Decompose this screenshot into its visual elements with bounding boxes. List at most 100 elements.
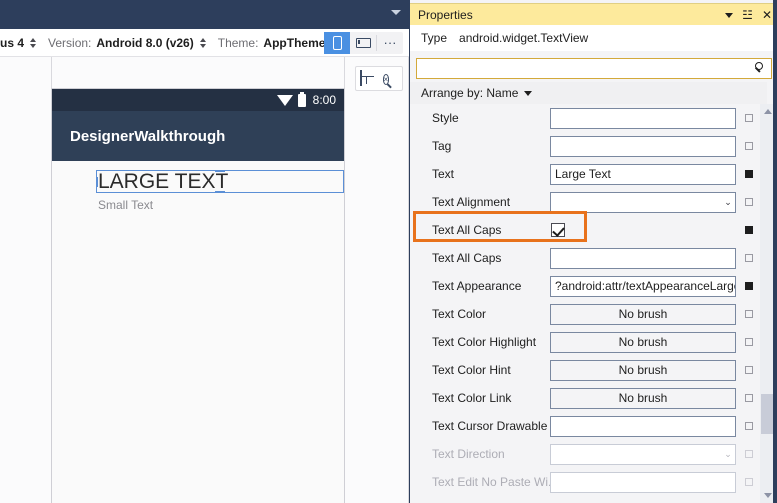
phone-landscape-icon	[355, 38, 371, 48]
version-label: Version:	[48, 35, 92, 50]
property-value-field[interactable]	[550, 247, 736, 269]
property-state-marker[interactable]	[745, 366, 753, 374]
search-input[interactable]	[421, 60, 751, 77]
property-value-text: No brush	[618, 363, 668, 377]
theme-value[interactable]: AppTheme	[263, 36, 325, 50]
checkbox-icon[interactable]	[551, 223, 565, 237]
version-spinner[interactable]	[198, 37, 208, 48]
device-selector-value[interactable]: us 4	[0, 36, 24, 50]
property-row[interactable]: Text Edit No Paste Wi...	[410, 468, 763, 496]
design-canvas[interactable]: 8:00 DesignerWalkthrough LARGE TEXT Smal…	[0, 57, 409, 503]
property-row[interactable]: Text All Caps	[410, 244, 763, 272]
property-state-marker[interactable]	[745, 310, 753, 318]
property-value-text: No brush	[618, 391, 668, 405]
property-row[interactable]: Text Direction ⌄	[410, 440, 763, 468]
property-state-marker[interactable]	[745, 422, 753, 430]
portrait-mode-button[interactable]	[324, 32, 350, 54]
zoom-reset-icon[interactable]: ×	[382, 71, 399, 87]
properties-title: Properties	[418, 7, 473, 22]
property-name: Text	[432, 167, 455, 181]
pin-icon[interactable]: ☳	[742, 9, 753, 21]
device-spinner[interactable]	[28, 37, 38, 48]
property-search-box[interactable]	[416, 58, 772, 79]
property-name: Text Color Highlight	[432, 335, 537, 349]
property-state-marker[interactable]	[745, 142, 753, 150]
version-value[interactable]: Android 8.0 (v26)	[96, 36, 193, 50]
designer-toolbar: us 4 Version: Android 8.0 (v26) Theme: A…	[0, 29, 409, 57]
property-value-field[interactable]: ?android:attr/textAppearanceLarge	[550, 275, 736, 297]
wifi-icon	[276, 94, 293, 106]
property-row[interactable]: Text Color No brush	[410, 300, 763, 328]
ellipsis-icon: ···	[383, 35, 397, 50]
split-view-icon[interactable]	[359, 69, 376, 87]
property-state-marker[interactable]	[745, 226, 753, 234]
property-row[interactable]: Text Appearance ?android:attr/textAppeara…	[410, 272, 763, 300]
property-row[interactable]: Text Color Highlight No brush	[410, 328, 763, 356]
property-value-field[interactable]: No brush	[550, 387, 736, 409]
device-preview[interactable]: 8:00 DesignerWalkthrough LARGE TEXT Smal…	[52, 89, 344, 503]
type-label: Type	[421, 31, 448, 45]
designer-titlebar	[0, 0, 409, 29]
properties-list[interactable]: Style Tag Text Large Text Text Alignment ⌄ Tex…	[410, 104, 763, 503]
arrange-by-control[interactable]: Arrange by: Name	[410, 82, 767, 104]
property-state-marker[interactable]	[745, 478, 753, 486]
property-row[interactable]: Text Cursor Drawable	[410, 412, 763, 440]
chevron-down-icon[interactable]	[391, 10, 401, 15]
property-value-field[interactable]	[550, 135, 736, 157]
property-name: Text Color	[432, 307, 487, 321]
panel-right-edge	[773, 0, 777, 503]
property-value-field[interactable]: No brush	[550, 359, 736, 381]
app-bar-title: DesignerWalkthrough	[70, 127, 226, 145]
property-value-field[interactable]: No brush	[550, 303, 736, 325]
search-icon[interactable]	[751, 60, 769, 78]
property-row[interactable]: Tag	[410, 132, 763, 160]
property-value-field[interactable]: No brush	[550, 331, 736, 353]
property-state-marker[interactable]	[745, 338, 753, 346]
properties-panel: Properties ☳ ✕ Type android.widget.TextV…	[409, 0, 777, 503]
status-bar-time: 8:00	[312, 93, 336, 107]
chevron-down-icon[interactable]: ⌄	[721, 193, 735, 212]
landscape-mode-button[interactable]	[350, 32, 376, 54]
property-row[interactable]: Text All Caps	[410, 216, 763, 244]
battery-icon	[297, 91, 306, 107]
property-row[interactable]: Text Color Link No brush	[410, 384, 763, 412]
small-text-widget[interactable]: Small Text	[98, 198, 153, 212]
property-row[interactable]: Text Color Hint No brush	[410, 356, 763, 384]
property-value-field[interactable]	[550, 107, 736, 129]
property-value-field[interactable]: ⌄	[550, 443, 736, 465]
property-name: Text Edit No Paste Wi...	[432, 475, 550, 489]
property-row[interactable]: Text Large Text	[410, 160, 763, 188]
property-name: Text Color Link	[432, 391, 512, 405]
property-row[interactable]: Text Alignment ⌄	[410, 188, 763, 216]
chevron-down-icon[interactable]: ⌄	[721, 445, 735, 464]
property-value-field[interactable]	[550, 415, 736, 437]
chevron-down-icon[interactable]	[524, 90, 533, 96]
property-value-text: ?android:attr/textAppearanceLarge	[555, 279, 736, 293]
property-state-marker[interactable]	[745, 198, 753, 206]
property-state-marker[interactable]	[745, 282, 753, 290]
property-name: Text All Caps	[432, 251, 502, 265]
property-state-marker[interactable]	[745, 114, 753, 122]
more-options-button[interactable]: ···	[377, 32, 403, 54]
property-state-marker[interactable]	[745, 394, 753, 402]
property-value-field[interactable]: Large Text	[550, 163, 736, 185]
properties-titlebar: Properties ☳ ✕	[410, 3, 777, 25]
property-value-field[interactable]: ⌄	[550, 191, 736, 213]
property-row[interactable]: Style	[410, 104, 763, 132]
property-state-marker[interactable]	[745, 254, 753, 262]
panel-dropdown-icon[interactable]	[725, 12, 734, 18]
designer-pane: us 4 Version: Android 8.0 (v26) Theme: A…	[0, 0, 409, 503]
property-name: Text Cursor Drawable	[432, 419, 548, 433]
large-text-widget[interactable]: LARGE TEXT	[98, 170, 228, 193]
widget-type-row: Type android.widget.TextView	[410, 25, 777, 51]
close-icon[interactable]: ✕	[762, 9, 772, 21]
property-state-marker[interactable]	[745, 450, 753, 458]
property-value-field[interactable]	[550, 471, 736, 493]
property-name: Tag	[432, 139, 452, 153]
property-state-marker[interactable]	[745, 170, 753, 178]
device-app-bar: DesignerWalkthrough	[52, 111, 344, 161]
device-content-area[interactable]: LARGE TEXT Small Text	[52, 161, 344, 503]
device-status-bar: 8:00	[52, 89, 344, 111]
property-value-checkbox[interactable]	[550, 223, 736, 237]
property-name: Text Appearance	[432, 279, 522, 293]
